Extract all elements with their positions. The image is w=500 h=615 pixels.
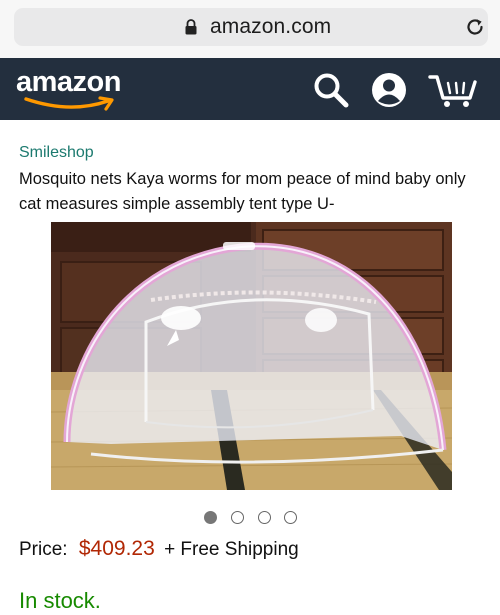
carousel-dot-1[interactable] xyxy=(204,511,217,524)
price-label: Price: xyxy=(19,539,68,560)
price-row: Price: $409.23 + Free Shipping xyxy=(19,537,299,561)
carousel-dot-3[interactable] xyxy=(258,511,271,524)
cart-icon[interactable] xyxy=(428,71,480,109)
logo-text: amazon xyxy=(16,66,121,98)
browser-toolbar: amazon.com xyxy=(0,0,500,58)
image-carousel-indicator[interactable] xyxy=(204,511,304,525)
shipping-info: + Free Shipping xyxy=(164,539,299,560)
reload-icon[interactable] xyxy=(464,16,486,38)
carousel-dot-2[interactable] xyxy=(231,511,244,524)
price-value: $409.23 xyxy=(78,537,155,560)
carousel-dot-4[interactable] xyxy=(284,511,297,524)
availability-status: In stock. xyxy=(19,588,101,613)
product-image[interactable] xyxy=(51,222,452,490)
amazon-logo[interactable]: amazon xyxy=(16,66,136,112)
address-bar[interactable]: amazon.com xyxy=(14,8,488,46)
product-title[interactable]: Mosquito nets Kaya worms for mom peace o… xyxy=(19,167,484,217)
account-icon[interactable] xyxy=(370,71,408,109)
lock-icon xyxy=(185,19,197,35)
site-header: amazon xyxy=(0,58,500,120)
search-icon[interactable] xyxy=(312,71,350,109)
seller-link[interactable]: Smileshop xyxy=(19,144,94,162)
smile-arrow-icon xyxy=(24,96,114,111)
url-text[interactable]: amazon.com xyxy=(210,15,331,39)
